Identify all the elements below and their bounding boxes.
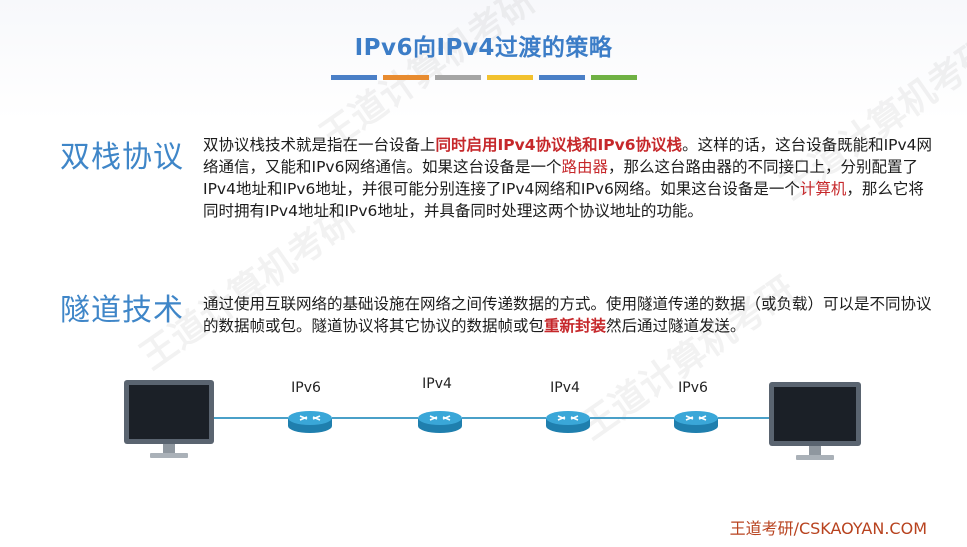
tunnel-diagram: IPv6 IPv4 IPv4 IPv6 [0, 360, 967, 480]
router-icon [546, 411, 590, 433]
dual-stack-paragraph: 双协议栈技术就是指在一台设备上同时启用IPv4协议栈和IPv6协议栈。这样的话，… [203, 134, 933, 222]
router-icon [674, 411, 718, 433]
computer-right-icon [769, 382, 861, 460]
title-color-bar [435, 75, 481, 80]
text: 然后通过隧道发送。 [606, 317, 746, 335]
highlight-text: 路由器 [561, 158, 608, 176]
title-color-bar [539, 75, 585, 80]
highlight-text: 重新封装 [544, 317, 607, 335]
slide: 王道计算机考研 王道计算机考研 王道计算机考研 王道计算机考研 IPv6向IPv… [0, 0, 967, 547]
network-diagram-svg [124, 380, 861, 460]
dual-stack-heading: 双栈协议 [60, 140, 184, 175]
router-label: IPv4 [422, 376, 452, 392]
router-icon [418, 411, 462, 433]
router-label: IPv6 [291, 380, 321, 396]
computer-left-icon [124, 380, 214, 458]
title-color-bar [383, 75, 429, 80]
tunnel-heading: 隧道技术 [60, 293, 184, 328]
title-color-bar [591, 75, 637, 80]
highlight-text: 同时启用IPv4协议栈和IPv6协议栈 [435, 136, 683, 154]
footer-brand: 王道考研/CSKAOYAN.COM [729, 519, 927, 538]
title-color-bar [487, 75, 533, 80]
router-icon [288, 411, 332, 433]
router-label: IPv4 [550, 380, 580, 396]
title-color-bar [331, 75, 377, 80]
text: 双协议栈技术就是指在一台设备上 [203, 136, 436, 154]
highlight-text: 计算机 [799, 180, 847, 198]
slide-title: IPv6向IPv4过渡的策略 [354, 35, 613, 61]
router-label: IPv6 [678, 380, 708, 396]
tunnel-paragraph: 通过使用互联网络的基础设施在网络之间传递数据的方式。使用隧道传递的数据（或负载）… [203, 293, 933, 337]
